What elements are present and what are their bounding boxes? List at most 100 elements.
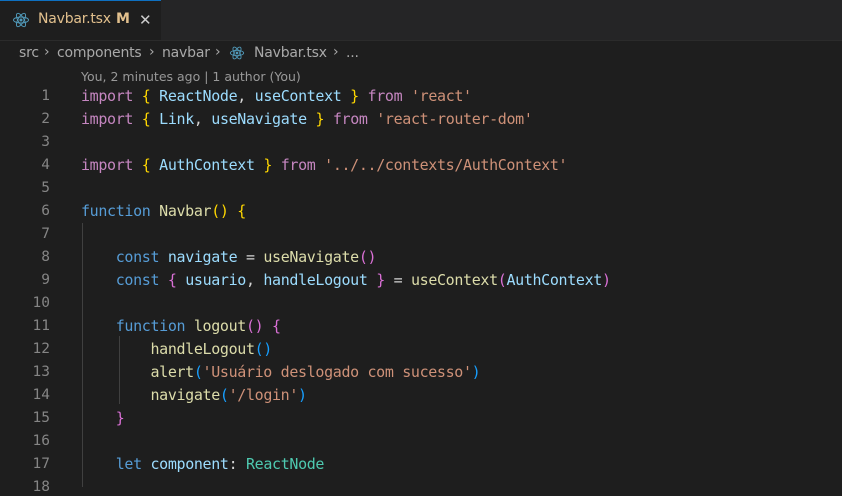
token: = — [245, 248, 255, 266]
code-line: 8 const navigate = useNavigate() — [0, 246, 842, 269]
token: import — [81, 87, 134, 105]
line-number: 2 — [41, 111, 50, 127]
token: from — [332, 110, 368, 128]
token: } — [115, 409, 125, 427]
token: () — [254, 340, 273, 358]
token: from — [367, 87, 403, 105]
token: logout — [193, 317, 246, 335]
line-number: 16 — [32, 433, 50, 449]
token: } — [376, 271, 385, 289]
token: '/login' — [228, 386, 299, 404]
token: useNavigate — [263, 248, 359, 266]
token: '../../contexts/AuthContext' — [324, 156, 568, 174]
token: } — [263, 156, 273, 174]
close-icon[interactable]: ✕ — [139, 11, 152, 29]
token: const — [115, 248, 160, 266]
breadcrumb-item-components[interactable]: components — [57, 45, 142, 61]
code-line: 9 const { usuario, handleLogout } = useC… — [0, 269, 842, 292]
token: function — [81, 202, 151, 220]
token: () — [211, 202, 229, 220]
breadcrumb-item-symbols[interactable]: ... — [346, 45, 359, 61]
token: ReactNode — [159, 87, 238, 105]
token: ( — [193, 363, 203, 381]
line-number: 18 — [32, 479, 50, 495]
token: , — [245, 271, 255, 289]
token: ) — [471, 363, 481, 381]
token: ( — [219, 386, 229, 404]
line-number: 10 — [32, 295, 50, 311]
breadcrumb-item-navbar-tsx[interactable]: Navbar.tsx — [254, 45, 327, 61]
line-number: 7 — [41, 226, 50, 242]
tab-navbar-tsx[interactable]: Navbar.tsx M ✕ — [0, 0, 161, 40]
token: ) — [601, 271, 611, 289]
line-number: 6 — [41, 203, 50, 219]
token: 'react' — [410, 87, 472, 105]
token: let — [115, 455, 142, 473]
code-line: 1 import { ReactNode, useContext } from … — [0, 85, 842, 108]
line-number: 14 — [32, 387, 50, 403]
code-line: 3 — [0, 131, 842, 154]
token: Navbar — [159, 202, 212, 220]
code-line: 13 alert('Usuário deslogado com sucesso'… — [0, 361, 842, 384]
token: import — [81, 156, 134, 174]
token: useContext — [254, 87, 342, 105]
token: function — [115, 317, 186, 335]
codelens-blame[interactable]: You, 2 minutes ago | 1 author (You) — [81, 69, 301, 84]
line-number: 9 — [41, 272, 50, 288]
code-line: 7 — [0, 223, 842, 246]
chevron-right-icon: › — [215, 44, 221, 60]
token: = — [393, 271, 403, 289]
code-line: 4 import { AuthContext } from '../../con… — [0, 154, 842, 177]
token: : — [228, 455, 238, 473]
token: useContext — [410, 271, 498, 289]
line-number: 13 — [32, 364, 50, 380]
token: } — [315, 110, 325, 128]
token: { — [141, 156, 151, 174]
token: navigate — [167, 248, 238, 266]
token: handleLogout — [263, 271, 368, 289]
token: Link — [159, 110, 194, 128]
modified-indicator: M — [116, 11, 130, 27]
breadcrumb-item-src[interactable]: src — [19, 45, 39, 61]
code-line: 2 import { Link, useNavigate } from 'rea… — [0, 108, 842, 131]
token: () — [245, 317, 264, 335]
code-line: 14 navigate('/login') — [0, 384, 842, 407]
code-line: 15 } — [0, 407, 842, 430]
chevron-right-icon: › — [333, 44, 339, 60]
code-editor[interactable]: You, 2 minutes ago | 1 author (You) 1 im… — [0, 66, 842, 496]
token: const — [115, 271, 160, 289]
chevron-right-icon: › — [149, 44, 155, 60]
token: { — [141, 110, 151, 128]
code-line: 18 — [0, 476, 842, 496]
token: usuario — [185, 271, 246, 289]
line-number: 12 — [32, 341, 50, 357]
code-line: 5 — [0, 177, 842, 200]
token: { — [237, 202, 246, 220]
react-icon — [13, 12, 29, 28]
breadcrumb-item-navbar[interactable]: navbar — [162, 45, 210, 61]
line-number: 8 — [41, 249, 50, 265]
token: useNavigate — [211, 110, 307, 128]
token: AuthContext — [506, 271, 602, 289]
line-number: 5 — [41, 180, 50, 196]
code-line: 17 let component: ReactNode — [0, 453, 842, 476]
token: from — [280, 156, 316, 174]
code-line: 16 — [0, 430, 842, 453]
chevron-right-icon: › — [44, 44, 50, 60]
token: import — [81, 110, 134, 128]
token: navigate — [150, 386, 220, 404]
token: { — [272, 317, 281, 335]
token: AuthContext — [159, 156, 255, 174]
token: handleLogout — [150, 340, 255, 358]
token: { — [141, 87, 151, 105]
code-line: 6 function Navbar() { — [0, 200, 842, 223]
token: component — [150, 455, 229, 473]
token: 'Usuário deslogado com sucesso' — [202, 363, 472, 381]
token: , — [193, 110, 203, 128]
line-number: 11 — [32, 318, 50, 334]
token: ReactNode — [245, 455, 325, 473]
line-number: 15 — [32, 410, 50, 426]
editor-tab-bar: Navbar.tsx M ✕ — [0, 0, 842, 41]
line-number: 4 — [41, 157, 50, 173]
token: 'react-router-dom' — [376, 110, 533, 128]
